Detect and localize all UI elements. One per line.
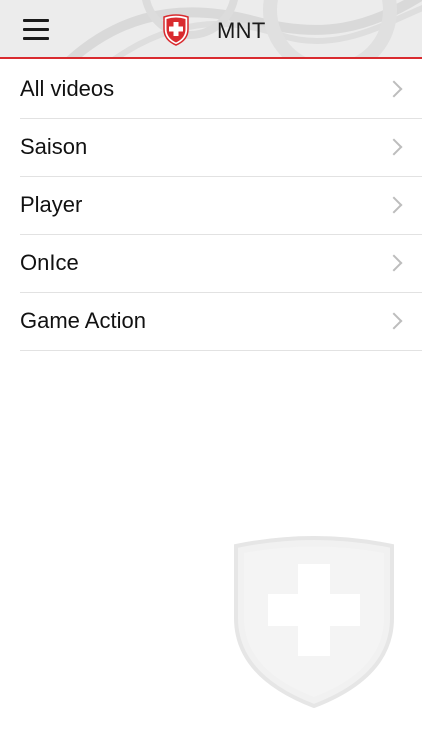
app-header: MNT — [0, 0, 422, 59]
menu-item-saison[interactable]: Saison — [20, 119, 422, 177]
menu-item-all-videos[interactable]: All videos — [20, 61, 422, 119]
chevron-right-icon — [385, 254, 403, 272]
app-title: MNT — [217, 18, 266, 43]
menu-item-label: Saison — [20, 134, 88, 159]
header-background-pattern — [66, 0, 422, 57]
chevron-right-icon — [385, 138, 403, 156]
menu-item-player[interactable]: Player — [20, 177, 422, 235]
chevron-right-icon — [385, 312, 403, 330]
menu-item-label: Game Action — [20, 308, 146, 333]
menu-item-label: OnIce — [20, 250, 79, 275]
menu-item-label: All videos — [20, 76, 115, 101]
chevron-right-icon — [385, 196, 403, 214]
video-menu-list: All videos Saison Player OnIce Game Acti… — [20, 61, 422, 351]
swiss-cross-shield-icon — [163, 14, 189, 46]
chevron-right-icon — [385, 80, 403, 98]
hamburger-menu-icon[interactable] — [20, 15, 52, 45]
menu-item-game-action[interactable]: Game Action — [20, 293, 422, 351]
menu-item-onice[interactable]: OnIce — [20, 235, 422, 293]
menu-item-label: Player — [20, 192, 83, 217]
swiss-shield-watermark-icon — [234, 536, 394, 708]
